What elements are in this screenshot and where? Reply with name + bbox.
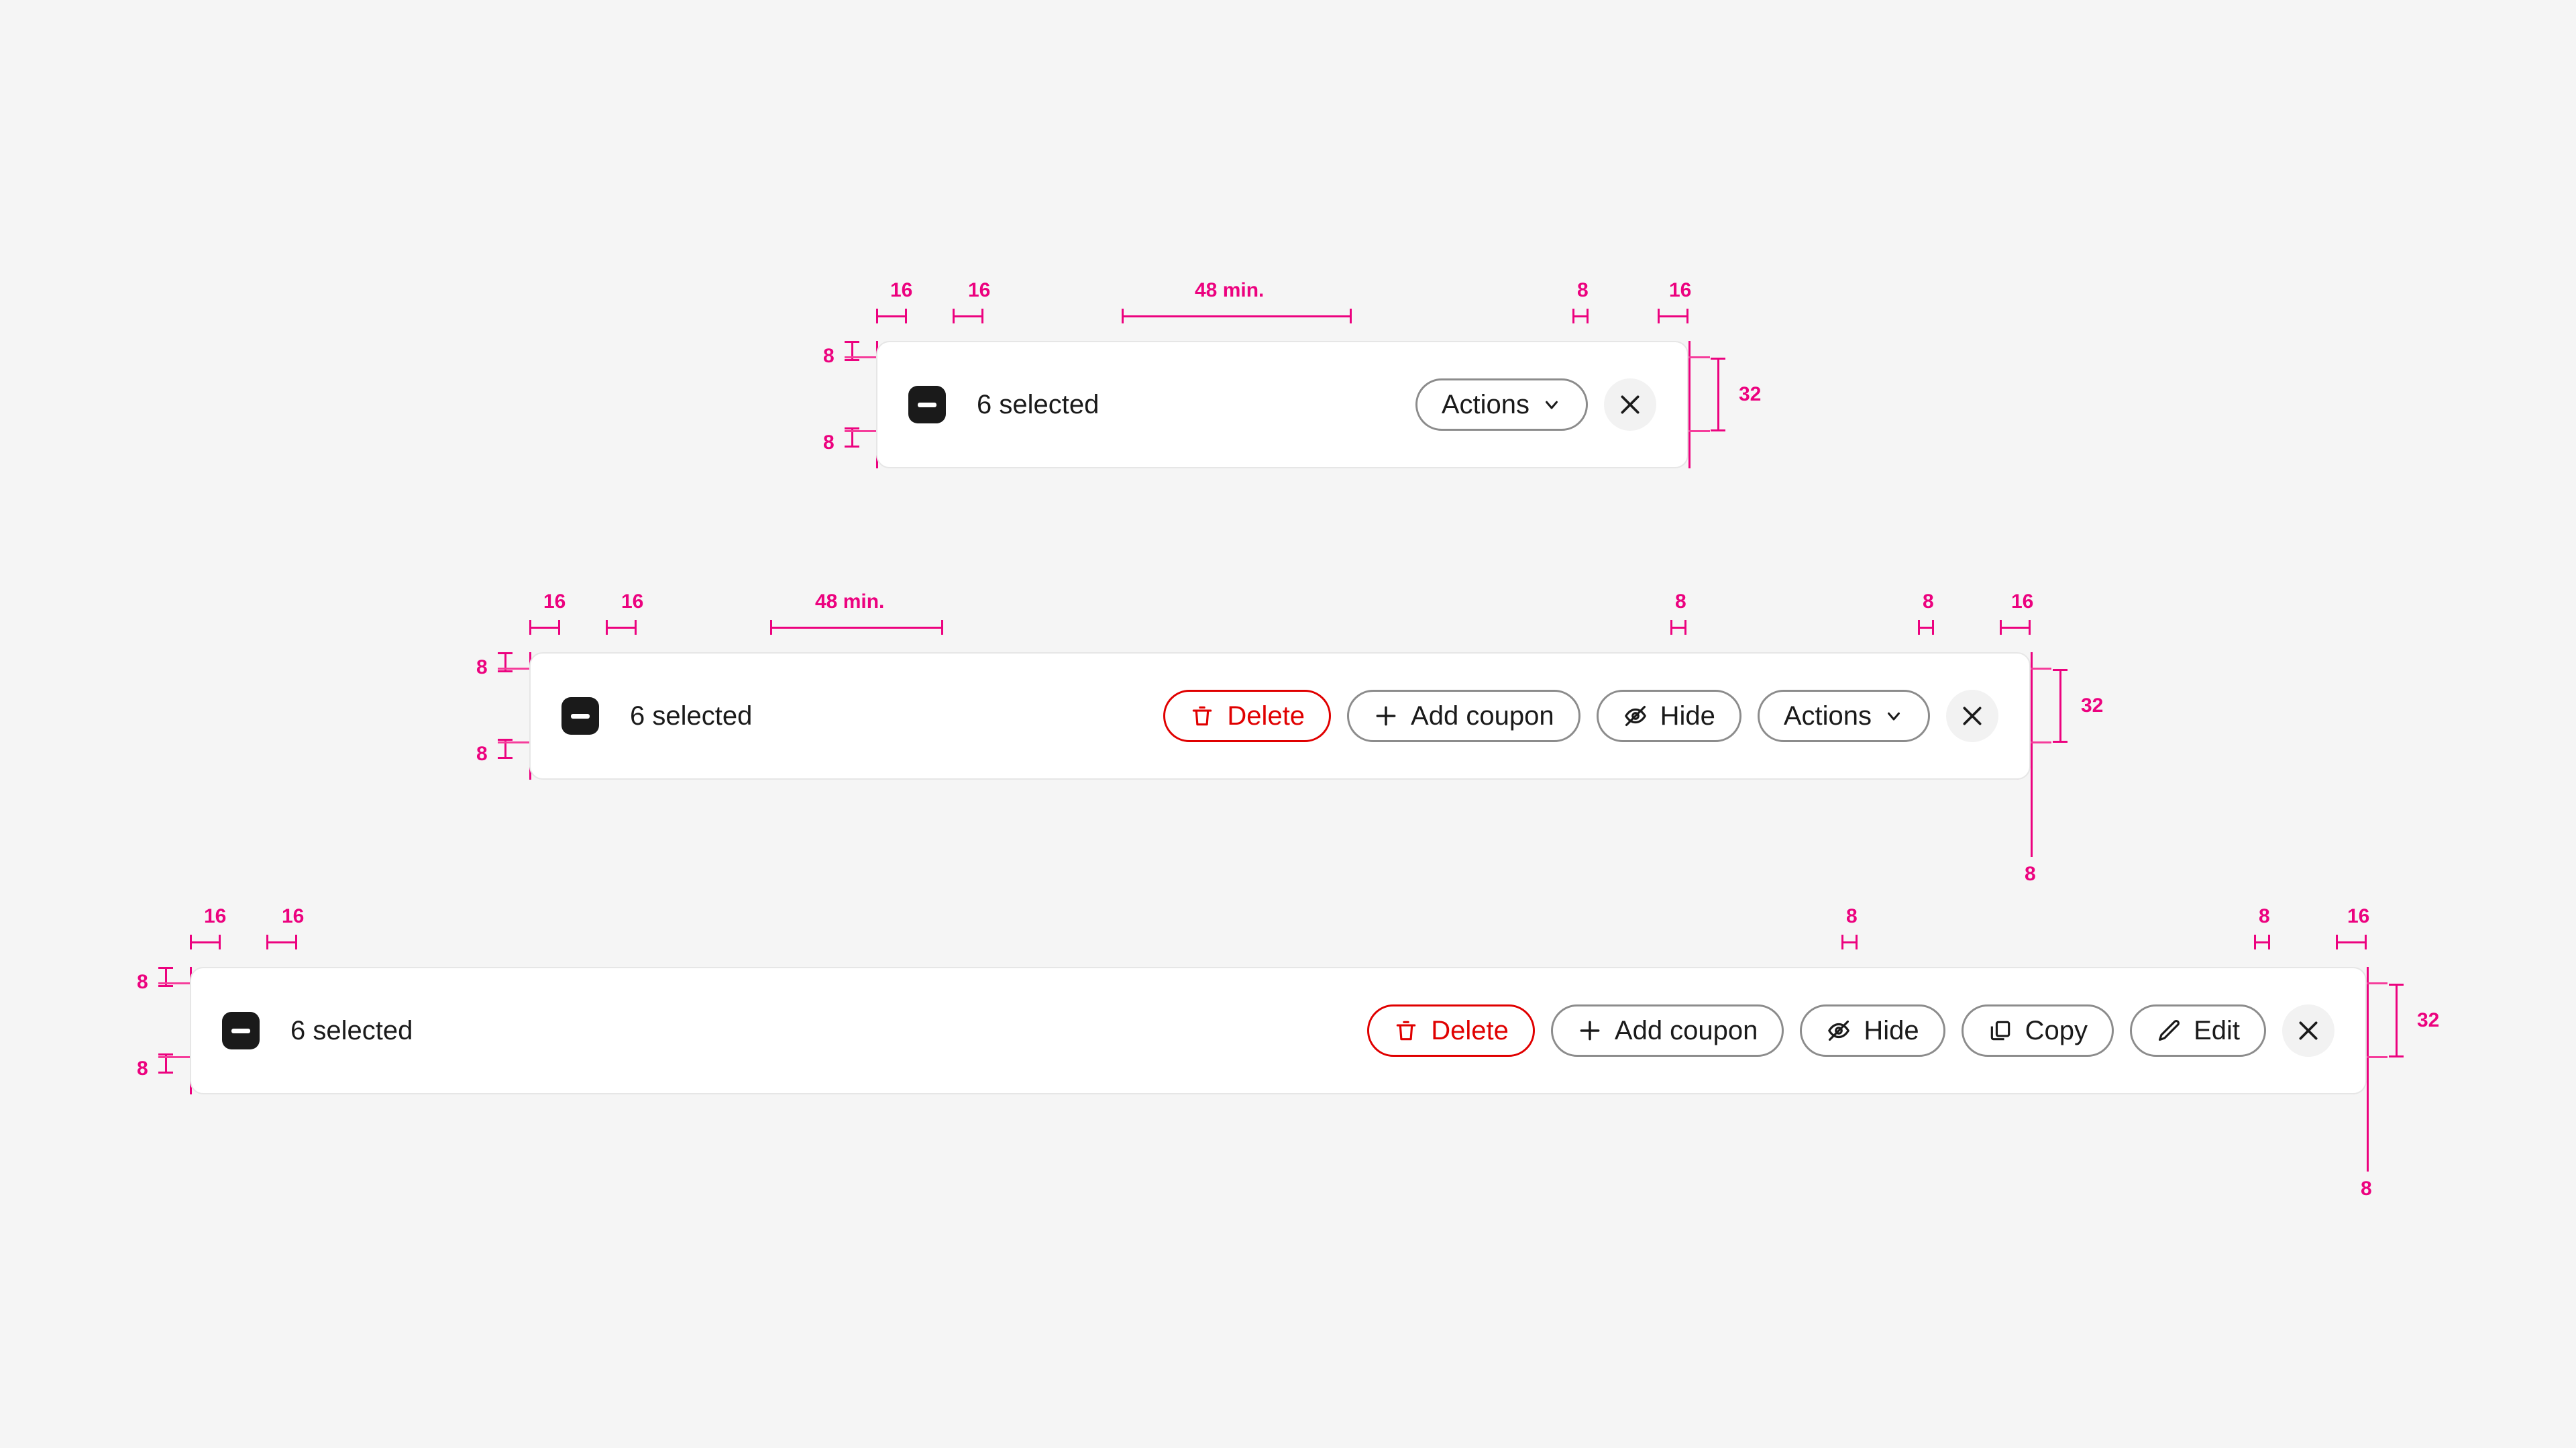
close-icon (2299, 1021, 2318, 1040)
spec-label-radius8-2: 8 (2025, 863, 2036, 885)
measure-bracket-pad8-b2 (1918, 620, 1934, 635)
spec-label-pad8-a1: 8 (1577, 279, 1589, 301)
copy-button-label: Copy (2025, 1016, 2088, 1045)
add-coupon-button-label: Add coupon (1614, 1016, 1758, 1045)
checkbox-indeterminate-icon[interactable] (222, 1012, 260, 1049)
plus-icon (1376, 706, 1396, 726)
hide-button-label: Hide (1660, 701, 1715, 731)
delete-button-label: Delete (1431, 1016, 1509, 1045)
copy-button[interactable]: Copy (1961, 1004, 2114, 1057)
actions-button-label: Actions (1441, 390, 1529, 419)
spec-label-vpad8-top3: 8 (137, 971, 148, 993)
measure-bracket-pad16-c2 (2000, 620, 2031, 635)
selected-count-label: 6 selected (290, 1015, 413, 1045)
measure-bracket-pad8-a1 (1572, 309, 1589, 323)
bulk-action-bar-wide[interactable]: 6 selected Delete Add coupon Hide Copy E… (190, 967, 2367, 1094)
add-coupon-button[interactable]: Add coupon (1347, 690, 1580, 742)
trash-icon (1193, 706, 1212, 726)
edit-button-label: Edit (2194, 1016, 2240, 1045)
measure-bracket-pad16-a2 (529, 620, 560, 635)
trash-icon (1397, 1021, 1416, 1041)
chevron-down-icon (1546, 401, 1558, 409)
guide-v-bar3-j (2367, 967, 2369, 1094)
spec-label-vpad8-bot3: 8 (137, 1057, 148, 1080)
add-coupon-button-label: Add coupon (1411, 701, 1554, 731)
actions-button[interactable]: Actions (1415, 378, 1588, 431)
edit-button[interactable]: Edit (2130, 1004, 2266, 1057)
measure-bracket-pad16-c1 (1658, 309, 1688, 323)
close-button[interactable] (2282, 1004, 2334, 1057)
measure-bracket-min48-2 (770, 620, 943, 635)
eye-off-icon (1624, 705, 1646, 727)
corner-radius-leader-2 (2031, 780, 2033, 857)
bar-content: 6 selected Delete Add coupon Hide Copy E… (222, 968, 2334, 1093)
delete-button-label: Delete (1227, 701, 1305, 731)
spec-label-pad8-b3: 8 (2259, 905, 2270, 927)
measure-bracket-pad8-b3 (2254, 935, 2270, 949)
bar-content: 6 selected Actions (908, 342, 1656, 467)
spec-label-height32-1: 32 (1739, 383, 1762, 405)
bulk-action-bar-medium[interactable]: 6 selected Delete Add coupon Hide Action… (529, 652, 2031, 780)
close-button[interactable] (1946, 690, 1998, 742)
spec-label-height32-2: 32 (2081, 694, 2104, 717)
measure-bracket-pad16-a1 (876, 309, 907, 323)
measure-bracket-pad16-b2 (606, 620, 637, 635)
spec-label-vpad8-top2: 8 (476, 656, 488, 678)
guide-v-bar1-j (1688, 341, 1690, 468)
spec-label-pad16-c3: 16 (2347, 905, 2370, 927)
measure-bracket-pad16-b3 (266, 935, 297, 949)
plus-icon (1580, 1021, 1600, 1041)
bulk-action-bar-compact[interactable]: 6 selected Actions (876, 341, 1688, 468)
spec-label-pad16-a1: 16 (890, 279, 913, 301)
measure-bracket-pad8-a3 (1841, 935, 1858, 949)
eye-off-icon (1828, 1020, 1850, 1041)
spec-label-pad8-a2: 8 (1675, 590, 1686, 613)
spec-label-height32-3: 32 (2417, 1009, 2440, 1031)
guide-v-bar2-l (2031, 652, 2033, 780)
spec-label-pad16-a2: 16 (543, 590, 566, 613)
spec-label-pad8-b2: 8 (1923, 590, 1934, 613)
hide-button[interactable]: Hide (1800, 1004, 1945, 1057)
corner-radius-leader-3 (2367, 1094, 2369, 1172)
actions-button-label: Actions (1783, 701, 1872, 731)
measure-ibeam-height32-2 (2053, 669, 2068, 743)
measure-bracket-pad16-a3 (190, 935, 221, 949)
spec-label-vpad8-top1: 8 (823, 345, 835, 367)
measure-bracket-pad16-b1 (953, 309, 983, 323)
actions-button[interactable]: Actions (1757, 690, 1930, 742)
spec-label-pad16-a3: 16 (204, 905, 227, 927)
spec-label-pad16-b1: 16 (968, 279, 991, 301)
close-icon (1621, 395, 1640, 414)
hide-button[interactable]: Hide (1596, 690, 1741, 742)
selected-count-label: 6 selected (630, 701, 753, 731)
selected-count-label: 6 selected (977, 389, 1099, 419)
spec-label-pad16-b2: 16 (621, 590, 644, 613)
close-icon (1963, 707, 1982, 725)
measure-bracket-pad16-c3 (2336, 935, 2367, 949)
spec-label-vpad8-bot2: 8 (476, 743, 488, 765)
add-coupon-button[interactable]: Add coupon (1550, 1004, 1784, 1057)
delete-button[interactable]: Delete (1367, 1004, 1535, 1057)
spec-label-min48-1: 48 min. (1195, 279, 1265, 301)
delete-button[interactable]: Delete (1163, 690, 1332, 742)
pencil-icon (2159, 1020, 2180, 1041)
spec-label-pad16-c2: 16 (2011, 590, 2034, 613)
measure-bracket-pad8-a2 (1670, 620, 1686, 635)
spec-label-vpad8-bot1: 8 (823, 431, 835, 454)
close-button[interactable] (1604, 378, 1656, 431)
spec-label-radius8-3: 8 (2361, 1178, 2372, 1200)
bar-content: 6 selected Delete Add coupon Hide Action… (561, 654, 1998, 778)
checkbox-indeterminate-icon[interactable] (908, 386, 946, 423)
chevron-down-icon (1888, 712, 1900, 721)
spec-label-pad8-a3: 8 (1846, 905, 1858, 927)
hide-button-label: Hide (1864, 1016, 1919, 1045)
spec-label-pad16-b3: 16 (282, 905, 305, 927)
copy-icon (1990, 1021, 2010, 1041)
spec-label-min48-2: 48 min. (815, 590, 885, 613)
spec-label-pad16-c1: 16 (1669, 279, 1692, 301)
measure-bracket-min48-1 (1122, 309, 1352, 323)
measure-ibeam-height32-3 (2389, 984, 2404, 1057)
checkbox-indeterminate-icon[interactable] (561, 697, 599, 735)
measure-ibeam-height32-1 (1711, 358, 1725, 431)
